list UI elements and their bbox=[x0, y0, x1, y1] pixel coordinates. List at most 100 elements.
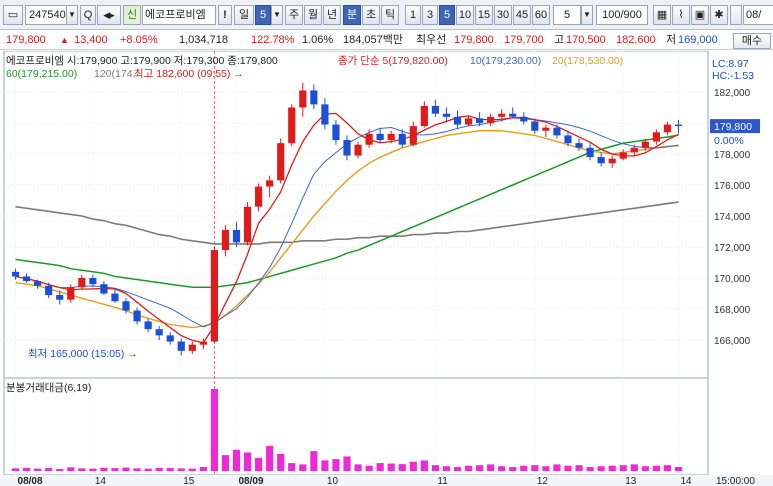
x-tick-label: 14 bbox=[680, 476, 692, 486]
y-tick-label: 176,000 bbox=[714, 181, 751, 192]
settings-icon[interactable]: ✱ bbox=[710, 5, 728, 25]
count-input[interactable]: 100/900 bbox=[596, 5, 648, 25]
volume-bar bbox=[354, 464, 362, 471]
candle-body bbox=[277, 143, 285, 181]
minute-60-button[interactable]: 60 bbox=[532, 5, 550, 25]
period-value[interactable]: 5 bbox=[255, 5, 271, 25]
minute-3-button[interactable]: 3 bbox=[422, 5, 438, 25]
minute-15-button[interactable]: 15 bbox=[475, 5, 493, 25]
candle-body bbox=[177, 341, 185, 351]
minute-45-button[interactable]: 45 bbox=[513, 5, 531, 25]
candle-body bbox=[122, 301, 130, 311]
volume-bar bbox=[166, 468, 174, 471]
minute-5-button[interactable]: 5 bbox=[439, 5, 455, 25]
x-tick-label: 08/09 bbox=[239, 476, 264, 486]
period-day-button[interactable]: 일 bbox=[234, 5, 254, 25]
candle-body bbox=[409, 126, 417, 145]
candle-body bbox=[266, 180, 274, 187]
minute-10-button[interactable]: 10 bbox=[456, 5, 474, 25]
volume-bar bbox=[122, 467, 130, 471]
volume-ratio: 122.78% bbox=[251, 34, 295, 46]
warning-badge[interactable]: ! bbox=[218, 5, 232, 25]
candle-body bbox=[464, 118, 473, 125]
volume-bar bbox=[34, 468, 42, 471]
period-week-button[interactable]: 주 bbox=[285, 5, 303, 25]
period-second-button[interactable]: 초 bbox=[362, 5, 380, 25]
candle-body bbox=[520, 116, 528, 122]
candle-body bbox=[299, 90, 307, 108]
speaker-icon[interactable]: ◀▸ bbox=[97, 5, 121, 25]
volume-bar bbox=[630, 464, 638, 471]
volume-bar bbox=[531, 465, 539, 471]
candle-body bbox=[255, 186, 263, 207]
period-month-button[interactable]: 월 bbox=[304, 5, 322, 25]
candle-body bbox=[310, 90, 318, 105]
code-dropdown-icon[interactable]: ▼ bbox=[66, 5, 78, 25]
period-year-button[interactable]: 년 bbox=[323, 5, 341, 25]
minute-1-button[interactable]: 1 bbox=[405, 5, 421, 25]
candle-body bbox=[199, 341, 207, 345]
volume-bar bbox=[674, 467, 683, 471]
y-tick-label: 174,000 bbox=[714, 212, 751, 223]
candle-body bbox=[321, 104, 329, 125]
volume-bar bbox=[310, 451, 318, 471]
period-minute-button[interactable]: 분 bbox=[343, 5, 361, 25]
price-chart[interactable]: 166,000 168,000 170,000 172,000 174,000 176,0… bbox=[0, 51, 773, 486]
candle-body bbox=[56, 295, 64, 300]
period-dropdown-icon[interactable]: ▼ bbox=[271, 5, 283, 25]
stock-code-input[interactable]: 247540 bbox=[25, 5, 67, 25]
low-value: 169,000 bbox=[678, 34, 718, 46]
volume-bar bbox=[11, 468, 20, 471]
buy-button[interactable]: 매수 bbox=[733, 33, 771, 49]
volume-value: 1,034,718 bbox=[179, 34, 228, 46]
volume-bar bbox=[464, 465, 473, 471]
ma5-legend: 종가 단순 5(179,820.00) bbox=[338, 55, 448, 67]
volume-bar bbox=[398, 464, 406, 471]
volume-bar bbox=[232, 449, 241, 471]
current-pct-label: 0.00% bbox=[714, 135, 744, 147]
candle-body bbox=[597, 157, 605, 164]
stock-name-field[interactable]: 에코프로비엠 bbox=[142, 5, 216, 25]
date-checkbox[interactable] bbox=[730, 5, 742, 25]
search-icon[interactable]: Q bbox=[80, 5, 96, 25]
volume-bar bbox=[453, 467, 462, 471]
candle-body bbox=[398, 133, 406, 145]
candle-body bbox=[498, 113, 506, 117]
volume-bar bbox=[332, 459, 340, 471]
candle-body bbox=[354, 144, 362, 156]
high-label: 고 bbox=[554, 34, 565, 46]
date-input[interactable]: 08/ bbox=[743, 5, 773, 25]
volume-bar bbox=[155, 467, 163, 471]
window-menu-icon[interactable]: ▭ bbox=[3, 5, 23, 25]
volume-bar bbox=[67, 467, 75, 471]
interval-input[interactable]: 5 bbox=[553, 5, 581, 25]
volume-bar bbox=[475, 465, 484, 471]
lc-label: LC:8.97 bbox=[712, 58, 749, 70]
x-axis-strip bbox=[0, 475, 773, 486]
period-tick-button[interactable]: 틱 bbox=[381, 5, 399, 25]
grid-icon[interactable]: ▦ bbox=[653, 5, 671, 25]
volume-bar bbox=[586, 467, 594, 471]
minute-30-button[interactable]: 30 bbox=[494, 5, 512, 25]
volume-bar bbox=[442, 466, 451, 471]
candle-body bbox=[365, 133, 373, 145]
volume-bar bbox=[641, 466, 649, 471]
save-icon[interactable]: ▣ bbox=[691, 5, 709, 25]
trade-amount: 184,057백만 bbox=[343, 34, 404, 46]
volume-bar bbox=[553, 464, 561, 471]
candle-body bbox=[542, 127, 550, 131]
candle-body bbox=[78, 278, 86, 288]
interval-dropdown-icon[interactable]: ▼ bbox=[581, 5, 593, 25]
indicator-icon[interactable]: ⌇ bbox=[672, 5, 690, 25]
y-tick-label: 178,000 bbox=[714, 150, 751, 161]
candle-body bbox=[376, 133, 384, 141]
volume-bar bbox=[255, 457, 263, 471]
volume-bar bbox=[498, 466, 506, 471]
candle-body bbox=[144, 321, 152, 330]
candle-body bbox=[34, 281, 42, 286]
candle-body bbox=[221, 229, 230, 251]
volume-bar bbox=[144, 468, 152, 471]
ma120-legend: 120(174, bbox=[94, 68, 135, 80]
candle-body bbox=[630, 147, 638, 153]
y-tick-label: 182,000 bbox=[714, 88, 751, 99]
